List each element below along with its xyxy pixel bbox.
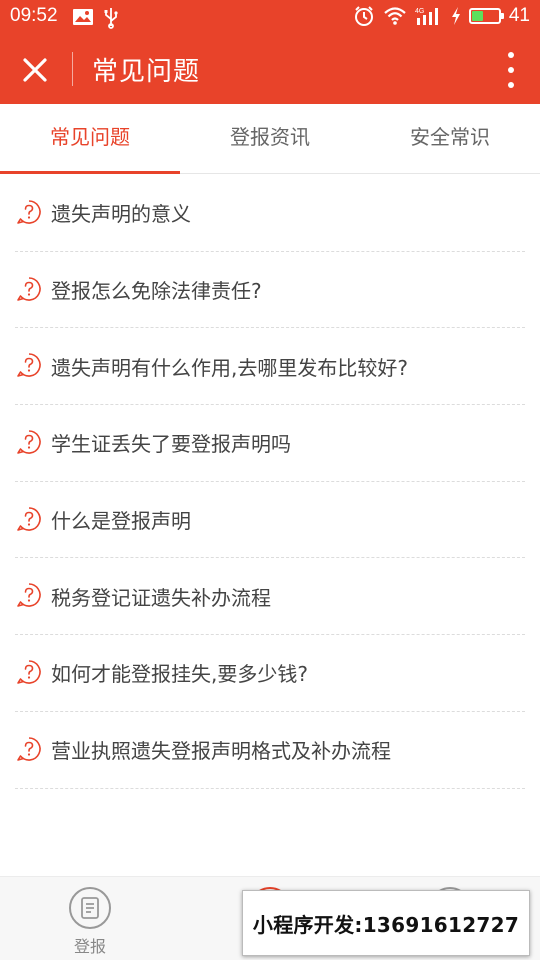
- battery-percent: 41: [508, 5, 530, 26]
- bottom-nav-item-publish[interactable]: 登报: [50, 887, 130, 957]
- document-icon: [69, 887, 111, 929]
- faq-list-item[interactable]: 什么是登报声明: [15, 482, 525, 559]
- navigation-bar: 常见问题: [0, 34, 540, 104]
- faq-list-item[interactable]: 税务登记证遗失补办流程: [15, 558, 525, 636]
- page-title: 常见问题: [92, 57, 201, 87]
- bottom-nav-label: 登报: [73, 937, 106, 956]
- faq-item-title: 如何才能登报挂失,要多少钱?: [51, 662, 308, 687]
- question-icon: [17, 353, 41, 378]
- faq-item-title: 营业执照遗失登报声明格式及补办流程: [51, 739, 391, 764]
- close-icon: [23, 58, 47, 82]
- alarm-icon: [354, 6, 373, 26]
- tab-faq[interactable]: 常见问题: [0, 104, 180, 174]
- signal-icon: 4G: [415, 8, 438, 25]
- status-bar: 09:52 4G 41: [0, 0, 540, 34]
- question-icon: [17, 660, 41, 684]
- question-icon: [17, 430, 41, 454]
- faq-item-title: 什么是登报声明: [51, 509, 191, 534]
- faq-list: 遗失声明的意义登报怎么免除法律责任? 遗失声明有什么作用,去哪里发布比较好? 学生证…: [15, 175, 525, 789]
- faq-item-title: 税务登记证遗失补办流程: [51, 585, 271, 610]
- charging-icon: [451, 7, 460, 25]
- question-icon: [17, 276, 41, 301]
- question-icon: [17, 506, 41, 531]
- faq-list-item[interactable]: 如何才能登报挂失,要多少钱?: [15, 635, 525, 712]
- more-dot-icon: [508, 52, 514, 58]
- battery-fill: [471, 11, 483, 21]
- battery-icon: [468, 8, 504, 24]
- more-dot-icon: [508, 67, 514, 73]
- faq-list-item[interactable]: 营业执照遗失登报声明格式及补办流程: [15, 712, 525, 789]
- faq-list-item[interactable]: 遗失声明的意义: [15, 175, 525, 252]
- question-icon: [17, 200, 41, 224]
- faq-list-item[interactable]: 学生证丢失了要登报声明吗: [15, 405, 525, 482]
- navbar-divider: [72, 52, 73, 86]
- faq-list-item[interactable]: 登报怎么免除法律责任?: [15, 252, 525, 329]
- faq-item-title: 登报怎么免除法律责任?: [51, 279, 262, 304]
- status-right-icons: 4G 41: [353, 5, 530, 27]
- faq-item-title: 遗失声明有什么作用,去哪里发布比较好?: [51, 355, 408, 380]
- faq-item-title: 学生证丢失了要登报声明吗: [51, 432, 291, 457]
- usb-icon: [104, 8, 118, 29]
- question-icon: [17, 736, 41, 761]
- network-type-label: 4G: [415, 8, 424, 15]
- status-left-icons: [72, 7, 118, 29]
- faq-item-title: 遗失声明的意义: [51, 202, 191, 227]
- tab-safety[interactable]: 安全常识: [360, 104, 540, 173]
- promo-text: 小程序开发:13691612727: [252, 912, 520, 937]
- more-dot-icon: [508, 82, 514, 88]
- close-button[interactable]: [18, 53, 52, 87]
- question-icon: [17, 583, 41, 608]
- image-notification-icon: [73, 9, 93, 25]
- tab-bar: 常见问题 登报资讯 安全常识: [0, 104, 540, 174]
- promo-banner: 小程序开发:13691612727: [242, 890, 530, 956]
- status-time: 09:52: [10, 5, 58, 26]
- wifi-icon: [384, 7, 406, 25]
- more-menu-button[interactable]: [504, 52, 518, 88]
- faq-list-item[interactable]: 遗失声明有什么作用,去哪里发布比较好?: [15, 328, 525, 406]
- tab-news[interactable]: 登报资讯: [180, 104, 360, 173]
